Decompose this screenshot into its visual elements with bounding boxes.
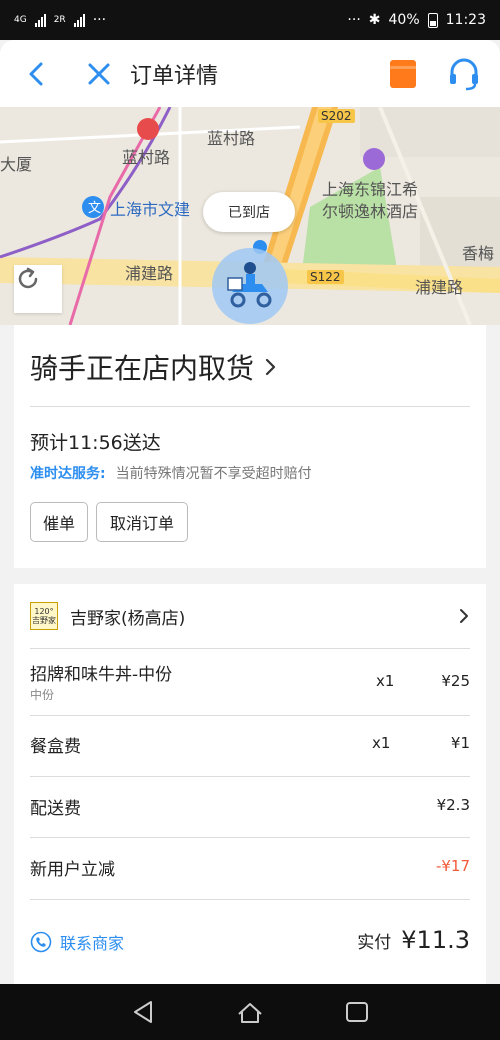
- urge-button[interactable]: 催单: [30, 502, 88, 542]
- app-header: 订单详情: [0, 40, 500, 107]
- shop-logo-bottom: 吉野家: [32, 616, 56, 625]
- cancel-order-button[interactable]: 取消订单: [96, 502, 188, 542]
- wallet-icon[interactable]: [390, 59, 416, 88]
- status-left: 4G 2R ···: [14, 12, 106, 28]
- refresh-button[interactable]: [14, 265, 62, 313]
- map-label-right: 香梅: [462, 244, 495, 263]
- metro-mark: 文: [88, 201, 102, 216]
- clock: 11:23: [445, 12, 486, 28]
- shop-row[interactable]: 120° 吉野家 吉野家(杨高店): [14, 584, 486, 648]
- item-qty: x1: [372, 734, 391, 752]
- paid-value: ¥11.3: [401, 926, 470, 954]
- map-label-hotel2: 尔顿逸林酒店: [322, 202, 419, 221]
- item-price: ¥1: [450, 734, 470, 752]
- order-details-card: 120° 吉野家 吉野家(杨高店) 招牌和味牛丼-中份 中份 x1 ¥25 餐盒…: [14, 584, 486, 984]
- page-title: 订单详情: [130, 63, 219, 89]
- list-item: 招牌和味牛丼-中份 中份 x1 ¥25: [30, 658, 470, 708]
- map-label-highway2: S122: [307, 270, 344, 284]
- map-label-highway1: S202: [318, 109, 355, 123]
- item-name: 招牌和味牛丼-中份: [30, 665, 173, 685]
- status-dots-right: ···: [347, 12, 361, 28]
- item-name: 配送费: [30, 799, 81, 819]
- battery-icon: [427, 12, 438, 28]
- item-variant: 中份: [30, 688, 55, 702]
- eta-text: 预计11:56送达: [30, 432, 161, 454]
- paid-label: 实付: [357, 933, 392, 953]
- chevron-right-icon: [460, 609, 468, 623]
- shop-name: 吉野家(杨高店): [70, 608, 186, 629]
- divider: [30, 648, 470, 649]
- status-title: 骑手正在店内取货: [30, 352, 255, 385]
- list-item: 餐盒费 x1 ¥1: [30, 730, 470, 760]
- close-icon[interactable]: [84, 59, 114, 89]
- contact-merchant-button[interactable]: 联系商家: [30, 930, 124, 954]
- map-label-road3: 浦建路: [125, 264, 174, 283]
- signal-icon: [34, 13, 46, 27]
- divider: [30, 837, 470, 838]
- divider: [30, 776, 470, 777]
- map-label-road2: 蓝村路: [122, 148, 171, 167]
- item-price: ¥2.3: [436, 796, 470, 814]
- delivery-map[interactable]: 文 蓝村路 蓝村路 S202 大厦 上海市文建 上海东锦江希 尔顿逸林酒店 浦建…: [0, 107, 500, 325]
- signal-icon-2: [73, 13, 85, 27]
- map-label-road1: 蓝村路: [207, 129, 256, 148]
- item-qty: x1: [376, 672, 395, 690]
- list-item: 配送费 ¥2.3: [30, 792, 470, 822]
- ontime-label: 准时达服务:: [30, 466, 106, 482]
- divider: [30, 715, 470, 716]
- bluetooth-icon: ✱: [368, 12, 381, 28]
- headset-icon[interactable]: [446, 56, 482, 92]
- discount-value: -¥17: [435, 857, 470, 875]
- map-label-building1: 大厦: [0, 155, 33, 174]
- map-label-hotel1: 上海东锦江希: [322, 180, 419, 199]
- map-label-road4: 浦建路: [415, 278, 464, 297]
- nav-back-icon[interactable]: [129, 998, 157, 1026]
- status-dots-left: ···: [92, 12, 107, 28]
- rider-status-bubble: 已到店: [203, 192, 295, 232]
- system-nav-bar: [0, 984, 500, 1040]
- status-bar: 4G 2R ··· ··· ✱ 40% 11:23: [0, 0, 500, 40]
- item-price: ¥25: [441, 672, 470, 690]
- item-name: 餐盒费: [30, 737, 81, 757]
- nav-recents-icon[interactable]: [343, 998, 371, 1026]
- ontime-text: 当前特殊情况暂不享受超时赔付: [115, 466, 312, 482]
- network-type: 4G: [14, 15, 27, 25]
- ontime-service: 准时达服务: 当前特殊情况暂不享受超时赔付: [30, 463, 312, 483]
- paid-total: 实付 ¥11.3: [357, 926, 470, 954]
- rider-avatar[interactable]: [212, 248, 288, 324]
- divider: [30, 899, 470, 900]
- item-name: 新用户立减: [30, 860, 115, 880]
- delivery-status-card: 骑手正在店内取货 预计11:56送达 准时达服务: 当前特殊情况暂不享受超时赔付…: [14, 325, 486, 568]
- sim2-label: 2R: [53, 15, 66, 25]
- divider: [30, 406, 470, 407]
- chevron-right-icon: [265, 358, 276, 376]
- refresh-icon: [18, 267, 38, 289]
- back-icon[interactable]: [22, 59, 52, 89]
- list-item: 新用户立减 -¥17: [30, 853, 470, 883]
- map-label-poi1: 上海市文建: [110, 200, 191, 219]
- phone-icon: [30, 931, 52, 953]
- battery-level: 40%: [388, 12, 420, 28]
- contact-merchant-label: 联系商家: [60, 934, 125, 953]
- shop-logo-top: 120°: [34, 607, 54, 616]
- status-title-row[interactable]: 骑手正在店内取货: [30, 347, 278, 387]
- shop-logo: 120° 吉野家: [30, 602, 58, 630]
- scooter-rider-icon: [227, 262, 272, 308]
- status-right: ··· ✱ 40% 11:23: [347, 12, 486, 28]
- nav-home-icon[interactable]: [235, 998, 265, 1026]
